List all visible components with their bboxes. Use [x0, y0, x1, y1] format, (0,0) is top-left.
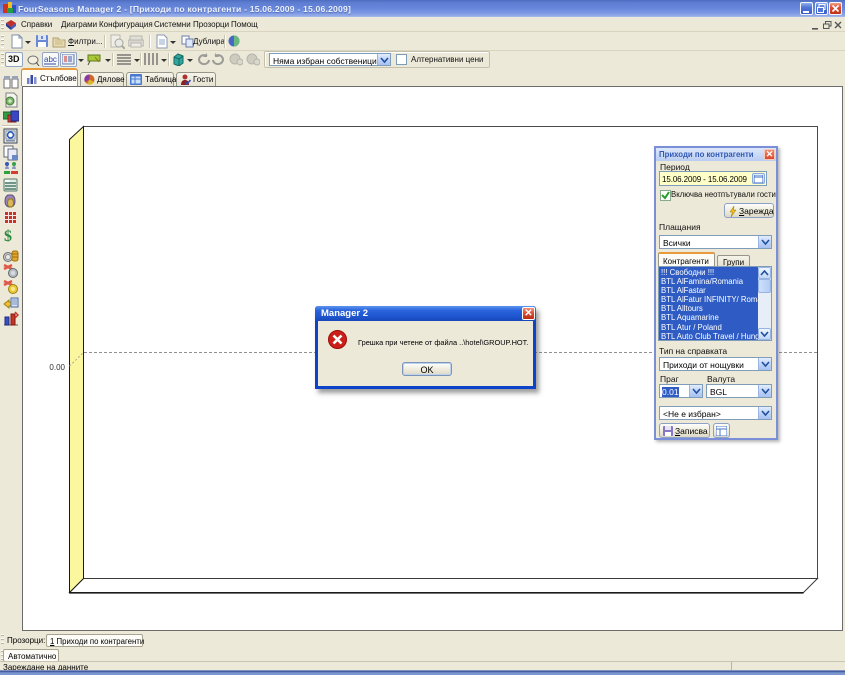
svg-text:0.00: 0.00	[49, 363, 65, 372]
svg-text:$: $	[4, 228, 12, 243]
